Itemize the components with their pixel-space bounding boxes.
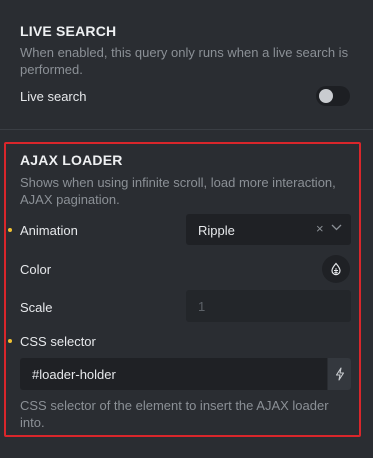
ajax-loader-title: AJAX LOADER (20, 152, 123, 168)
color-label: Color (20, 262, 52, 277)
live-search-label: Live search (20, 89, 87, 104)
css-selector-help: CSS selector of the element to insert th… (20, 398, 329, 430)
toggle-knob (319, 89, 333, 103)
section-divider (0, 129, 373, 130)
live-search-toggle[interactable] (316, 86, 350, 106)
scale-label: Scale (20, 300, 53, 315)
color-picker-button[interactable] (322, 255, 350, 283)
animation-select[interactable]: Ripple × (186, 214, 351, 245)
ajax-loader-description: Shows when using infinite scroll, load m… (20, 175, 336, 207)
clear-icon[interactable]: × (316, 221, 324, 236)
live-search-title: LIVE SEARCH (20, 23, 117, 39)
css-selector-input[interactable] (20, 358, 327, 390)
chevron-down-icon[interactable] (331, 224, 342, 231)
animation-select-value: Ripple (198, 223, 235, 238)
live-search-description: When enabled, this query only runs when … (20, 45, 349, 77)
css-selector-label: CSS selector (20, 334, 96, 349)
scale-input[interactable] (186, 290, 351, 322)
dynamic-data-button[interactable] (328, 358, 351, 390)
modified-indicator-dot (8, 228, 12, 232)
color-picker-icon (331, 262, 341, 276)
animation-label: Animation (20, 223, 78, 238)
lightning-bolt-icon (335, 367, 344, 381)
modified-indicator-dot (8, 339, 12, 343)
